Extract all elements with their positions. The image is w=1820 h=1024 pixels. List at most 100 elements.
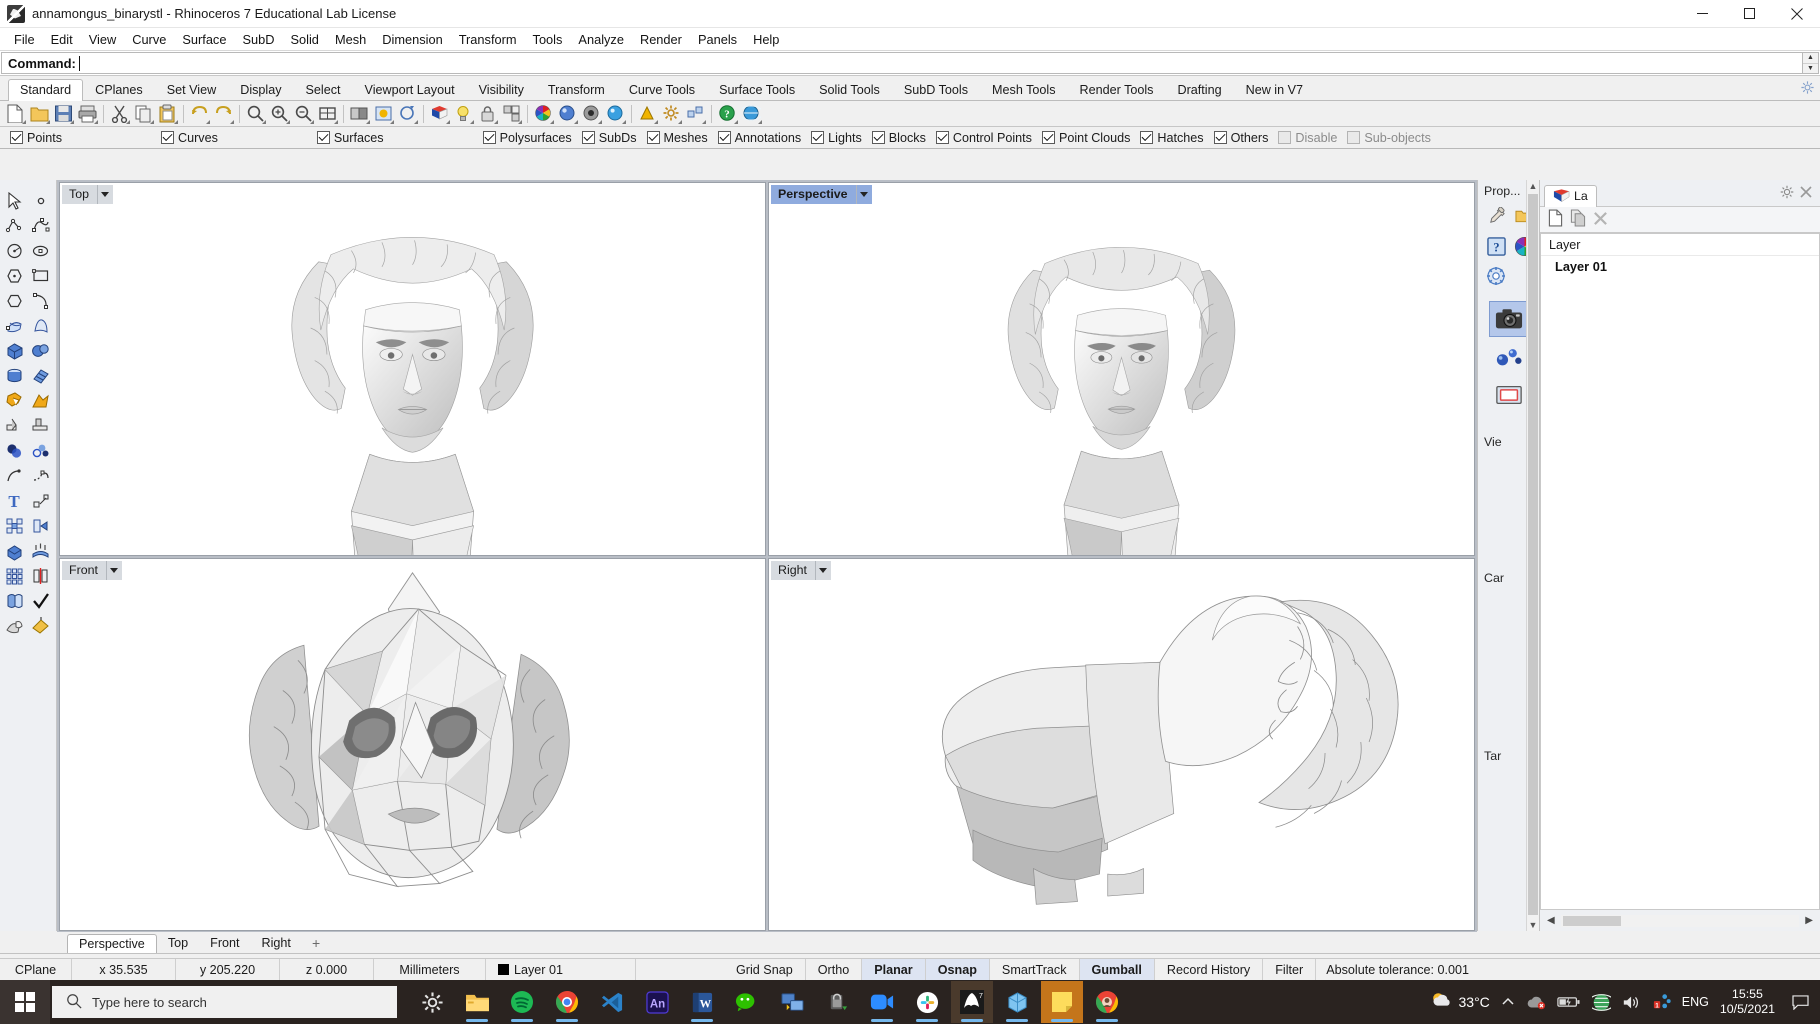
tab-mesh-tools[interactable]: Mesh Tools — [980, 79, 1067, 101]
unwrap-icon[interactable] — [2, 588, 28, 613]
filter-checkbox-lights[interactable]: Lights — [811, 131, 862, 145]
boolean-difference-icon[interactable] — [28, 388, 54, 413]
status-toggle-grid-snap[interactable]: Grid Snap — [724, 959, 806, 980]
adobe-animate-icon[interactable]: An — [636, 981, 678, 1023]
chrome-profile-icon[interactable] — [1086, 981, 1128, 1023]
new-file-icon[interactable] — [4, 103, 27, 125]
filter-checkbox-curves[interactable]: Curves — [161, 131, 218, 145]
checkbox-box[interactable] — [646, 131, 660, 144]
mesh-from-surface-icon[interactable] — [2, 613, 28, 638]
copy-layer-icon[interactable] — [1570, 209, 1586, 230]
blender-icon[interactable] — [996, 981, 1038, 1023]
viewport-top[interactable]: Top — [59, 182, 766, 556]
viewport-label-top[interactable]: Top — [62, 185, 113, 204]
status-tolerance[interactable]: Absolute tolerance: 0.001 — [1316, 959, 1481, 980]
extrude-icon[interactable] — [28, 513, 54, 538]
command-scroll-down-icon[interactable]: ▼ — [1803, 64, 1818, 74]
scroll-left-icon[interactable]: ◀ — [1543, 915, 1559, 926]
mirror-icon[interactable] — [28, 563, 54, 588]
menu-item-subd[interactable]: SubD — [234, 30, 282, 49]
status-toggle-record-history[interactable]: Record History — [1155, 959, 1264, 980]
settings-icon[interactable] — [411, 981, 453, 1023]
checkbox-box[interactable] — [1347, 131, 1361, 144]
redo-icon[interactable] — [212, 103, 235, 125]
layer-hscroll-track[interactable] — [1560, 914, 1800, 927]
settings-gear-blue-icon[interactable] — [1482, 261, 1510, 291]
viewport-tab-perspective[interactable]: Perspective — [67, 934, 157, 955]
spotify-icon[interactable] — [501, 981, 543, 1023]
polygon-icon[interactable] — [2, 263, 28, 288]
filter-checkbox-surfaces[interactable]: Surfaces — [316, 131, 384, 145]
status-toggle-smarttrack[interactable]: SmartTrack — [990, 959, 1080, 980]
volume-icon[interactable] — [1622, 994, 1642, 1011]
menu-item-view[interactable]: View — [81, 30, 125, 49]
clock[interactable]: 15:55 10/5/2021 — [1720, 987, 1775, 1018]
status-cplane[interactable]: CPlane — [0, 959, 72, 980]
materials-icon[interactable] — [556, 103, 579, 125]
command-input[interactable]: Command: — [1, 52, 1802, 74]
dimension-icon[interactable] — [28, 488, 54, 513]
viewport-perspective[interactable]: Perspective — [768, 182, 1475, 556]
status-units[interactable]: Millimeters — [374, 959, 486, 980]
status-toggle-gumball[interactable]: Gumball — [1079, 959, 1155, 980]
print-icon[interactable] — [76, 103, 99, 125]
layer-panel-horizontal-scroll[interactable]: ◀ ▶ — [1540, 910, 1820, 931]
eyedropper-icon[interactable] — [1482, 201, 1510, 231]
boolean-union-icon[interactable] — [2, 388, 28, 413]
circle-icon[interactable] — [2, 238, 28, 263]
tab-cplanes[interactable]: CPlanes — [83, 79, 155, 101]
filter-checkbox-hatches[interactable]: Hatches — [1140, 131, 1204, 145]
shaded-view-icon[interactable] — [348, 103, 371, 125]
rhino-icon[interactable]: 7 — [951, 981, 993, 1023]
tab-drafting[interactable]: Drafting — [1165, 79, 1233, 101]
close-icon[interactable] — [1773, 0, 1820, 28]
layer-row-layer-01[interactable]: Layer 01 — [1541, 256, 1819, 277]
render-icon[interactable] — [372, 103, 395, 125]
point-icon[interactable] — [28, 188, 54, 213]
tab-viewport-layout[interactable]: Viewport Layout — [353, 79, 467, 101]
check-validate-icon[interactable] — [28, 588, 54, 613]
filter-checkbox-control-points[interactable]: Control Points — [935, 131, 1032, 145]
status-coord-z[interactable]: z 0.000 — [280, 959, 374, 980]
search-input[interactable]: Type here to search — [52, 986, 397, 1018]
word-icon[interactable]: W — [681, 981, 723, 1023]
tab-surface-tools[interactable]: Surface Tools — [707, 79, 807, 101]
menu-item-surface[interactable]: Surface — [174, 30, 234, 49]
zoom-selected-icon[interactable] — [292, 103, 315, 125]
paint-fill-icon[interactable] — [28, 613, 54, 638]
layer-list[interactable]: Layer Layer 01 — [1540, 233, 1820, 910]
language-indicator[interactable]: ENG — [1682, 995, 1709, 1009]
menu-item-render[interactable]: Render — [632, 30, 690, 49]
tab-set-view[interactable]: Set View — [155, 79, 228, 101]
environment-icon[interactable] — [580, 103, 603, 125]
slack-icon[interactable] — [906, 981, 948, 1023]
loft-surface-icon[interactable] — [28, 313, 54, 338]
viewport-front[interactable]: Front — [59, 557, 766, 931]
menu-item-panels[interactable]: Panels — [690, 30, 745, 49]
offset-curve-icon[interactable] — [2, 463, 28, 488]
cut-icon[interactable] — [108, 103, 131, 125]
tab-visibility[interactable]: Visibility — [467, 79, 536, 101]
viewport-label-front[interactable]: Front — [62, 560, 122, 580]
filter-checkbox-blocks[interactable]: Blocks — [871, 131, 926, 145]
chevron-down-icon[interactable] — [105, 560, 122, 580]
status-coord-x[interactable]: x 35.535 — [72, 959, 176, 980]
chamfer-edge-icon[interactable] — [28, 413, 54, 438]
tab-solid-tools[interactable]: Solid Tools — [807, 79, 892, 101]
filter-checkbox-point-clouds[interactable]: Point Clouds — [1041, 131, 1130, 145]
osnap-icon[interactable] — [636, 103, 659, 125]
filter-checkbox-others[interactable]: Others — [1213, 131, 1268, 145]
checkbox-box[interactable] — [1041, 131, 1055, 144]
filter-checkbox-subds[interactable]: SubDs — [581, 131, 637, 145]
menu-item-dimension[interactable]: Dimension — [374, 30, 450, 49]
polyline-icon[interactable] — [2, 213, 28, 238]
filter-checkbox-sub-objects[interactable]: Sub-objects — [1347, 131, 1431, 145]
tab-select[interactable]: Select — [294, 79, 353, 101]
command-history-spinner[interactable]: ▲ ▼ — [1802, 52, 1819, 74]
color-wheel-icon[interactable] — [532, 103, 555, 125]
copy-icon[interactable] — [132, 103, 155, 125]
viewport-right[interactable]: Right — [768, 557, 1475, 931]
camera-icon[interactable] — [1488, 301, 1529, 337]
viewport-tab-front[interactable]: Front — [199, 934, 250, 952]
checkbox-box[interactable] — [1140, 131, 1154, 144]
